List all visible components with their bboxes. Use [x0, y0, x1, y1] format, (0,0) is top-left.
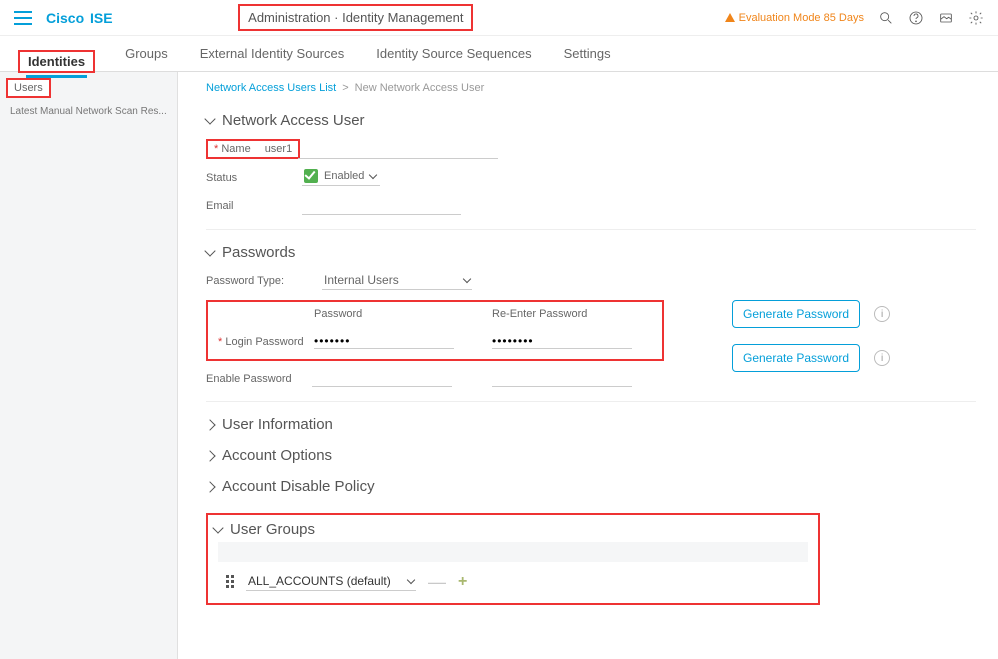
- pwtype-select[interactable]: Internal Users: [322, 271, 472, 290]
- chevron-right-icon: [204, 450, 215, 461]
- sidebar-item-users[interactable]: Users: [14, 82, 43, 94]
- login-password-label: Login Password: [218, 336, 314, 348]
- sidebar-item-scan[interactable]: Latest Manual Network Scan Res...: [0, 100, 177, 123]
- add-group-button[interactable]: +: [458, 574, 467, 590]
- pw-col-reenter: Re-Enter Password: [492, 308, 652, 320]
- user-group-value: ALL_ACCOUNTS (default): [248, 574, 391, 588]
- section-ug-label: User Groups: [230, 521, 315, 538]
- brand-logo: Cisco ISE: [46, 10, 113, 26]
- section-pw-label: Passwords: [222, 244, 295, 261]
- tab-identities[interactable]: Identities: [26, 46, 87, 78]
- divider: [206, 401, 976, 402]
- status-label: Status: [206, 172, 302, 184]
- divider: [206, 229, 976, 230]
- pwtype-label: Password Type:: [206, 275, 322, 287]
- section-ao-label: Account Options: [222, 447, 332, 464]
- tab-identity-source-sequences[interactable]: Identity Source Sequences: [374, 38, 533, 71]
- user-group-select[interactable]: ALL_ACCOUNTS (default): [246, 572, 416, 591]
- tab-groups[interactable]: Groups: [123, 38, 170, 71]
- tab-external-identity-sources[interactable]: External Identity Sources: [198, 38, 347, 71]
- enable-password-reenter-input[interactable]: [492, 371, 632, 387]
- help-icon[interactable]: [908, 10, 924, 26]
- name-underline: [298, 158, 498, 159]
- enable-password-label: Enable Password: [206, 373, 312, 385]
- chevron-down-icon: [204, 113, 215, 124]
- section-network-access-user[interactable]: Network Access User: [206, 112, 976, 129]
- drag-handle-icon[interactable]: [226, 575, 234, 588]
- generate-login-password-button[interactable]: Generate Password: [732, 300, 860, 328]
- info-icon[interactable]: i: [874, 306, 890, 322]
- pw-col-password: Password: [314, 308, 492, 320]
- section-nau-label: Network Access User: [222, 112, 365, 129]
- status-select[interactable]: Enabled: [302, 169, 380, 186]
- section-ui-label: User Information: [222, 416, 333, 433]
- remove-group-button[interactable]: —: [428, 573, 446, 591]
- evaluation-text: Evaluation Mode 85 Days: [739, 12, 864, 24]
- sidebar: Users Latest Manual Network Scan Res...: [0, 72, 178, 659]
- warning-icon: [725, 13, 735, 22]
- user-groups-highlight: User Groups ALL_ACCOUNTS (default) — +: [206, 513, 820, 605]
- login-password-input[interactable]: [314, 334, 454, 349]
- status-value: Enabled: [324, 170, 364, 182]
- search-icon[interactable]: [878, 10, 894, 26]
- section-passwords[interactable]: Passwords: [206, 244, 976, 261]
- name-value[interactable]: user1: [265, 143, 293, 155]
- email-label: Email: [206, 200, 302, 212]
- section-account-disable-policy[interactable]: Account Disable Policy: [206, 478, 976, 495]
- section-account-options[interactable]: Account Options: [206, 447, 976, 464]
- info-icon[interactable]: i: [874, 350, 890, 366]
- chevron-down-icon: [463, 274, 471, 282]
- chevron-down-icon: [212, 522, 223, 533]
- section-user-information[interactable]: User Information: [206, 416, 976, 433]
- password-grid-highlight: Password Re-Enter Password Login Passwor…: [206, 300, 664, 361]
- gear-icon[interactable]: [968, 10, 984, 26]
- breadcrumb: Administration · Identity Management: [238, 4, 473, 31]
- section-user-groups[interactable]: User Groups: [214, 521, 808, 538]
- bc-link-users-list[interactable]: Network Access Users List: [206, 82, 336, 94]
- main-panel: Network Access Users List > New Network …: [178, 72, 998, 659]
- hamburger-menu[interactable]: [14, 11, 32, 25]
- user-groups-header-bar: [218, 542, 808, 562]
- bc-sep: >: [342, 82, 348, 94]
- evaluation-badge[interactable]: Evaluation Mode 85 Days: [725, 12, 864, 24]
- generate-enable-password-button[interactable]: Generate Password: [732, 344, 860, 372]
- pwtype-value: Internal Users: [324, 273, 399, 287]
- name-label: Name: [214, 143, 251, 155]
- sidebar-item-users-wrap: Users: [6, 78, 51, 98]
- chevron-down-icon: [407, 575, 415, 583]
- chevron-right-icon: [204, 481, 215, 492]
- notes-icon[interactable]: [938, 10, 954, 26]
- chevron-down-icon: [204, 245, 215, 256]
- chevron-right-icon: [204, 419, 215, 430]
- bc-current: New Network Access User: [355, 82, 485, 94]
- section-adp-label: Account Disable Policy: [222, 478, 375, 495]
- tabs-row: Identities Groups External Identity Sour…: [0, 36, 998, 72]
- tab-identities-wrap: Identities: [18, 50, 95, 73]
- name-field-highlight: Name user1: [206, 139, 300, 159]
- check-icon: [304, 169, 318, 183]
- brand-cisco: Cisco: [46, 10, 84, 26]
- login-password-reenter-input[interactable]: [492, 334, 632, 349]
- chevron-down-icon: [369, 170, 377, 178]
- tab-settings[interactable]: Settings: [562, 38, 613, 71]
- enable-password-input[interactable]: [312, 371, 452, 387]
- brand-ise: ISE: [90, 10, 113, 26]
- page-breadcrumb: Network Access Users List > New Network …: [206, 82, 976, 94]
- email-input[interactable]: [302, 196, 461, 215]
